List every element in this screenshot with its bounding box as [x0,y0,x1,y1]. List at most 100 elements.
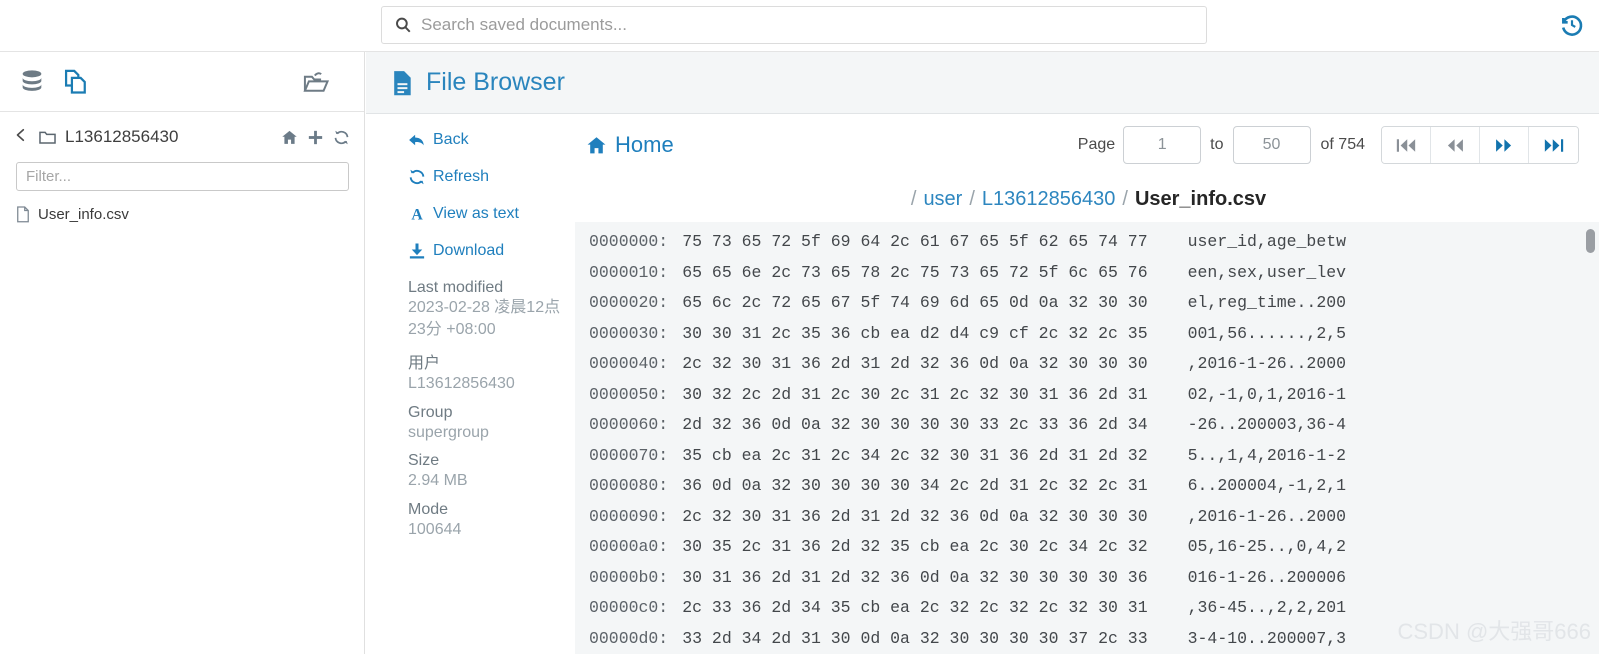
chevron-left-icon[interactable] [14,128,28,146]
hex-row: 0000040: 2c 32 30 31 36 2d 31 2d 32 36 0d… [575,349,1599,380]
download-icon [408,242,426,260]
hex-offset: 0000010: [589,262,669,282]
copy-files-icon[interactable] [62,68,90,96]
hex-ascii: ,2016-1-26..2000 [1187,354,1347,373]
meta-label-group: Group [408,403,453,421]
hex-row: 0000070: 35 cb ea 2c 31 2c 34 2c 32 30 31… [575,441,1599,472]
hex-dump-viewer[interactable]: 0000000: 75 73 65 72 5f 69 64 2c 61 67 65… [575,222,1599,654]
download-button[interactable]: Download [408,242,571,260]
pagination: Page to of 754 [1078,126,1599,164]
hex-ascii: 05,16-25..,0,4,2 [1187,537,1347,556]
hex-bytes: 36 0d 0a 32 30 30 30 30 34 2c 2d 31 2c 3… [682,476,1148,495]
view-as-text-button[interactable]: A View as text [408,205,571,224]
breadcrumb: / user / L13612856430 / User_info.csv [571,176,1599,222]
folder-icon [38,128,57,147]
hex-ascii: een,sex,user_lev [1187,262,1347,282]
hex-bytes: 30 32 2c 2d 31 2c 30 2c 31 2c 32 30 31 3… [682,384,1148,404]
breadcrumb-separator-1: / [969,187,975,210]
page-label: Page [1077,136,1116,153]
folder-open-icon[interactable] [302,68,330,96]
next-page-button[interactable] [1480,127,1529,163]
hex-offset: 0000090: [589,506,669,526]
back-button[interactable]: Back [408,131,571,149]
breadcrumb-item-folder[interactable]: L13612856430 [982,188,1115,211]
filter-input[interactable] [26,168,339,185]
hex-row: 0000050: 30 32 2c 2d 31 2c 30 2c 31 2c 32… [575,380,1599,411]
hex-offset: 0000080: [589,476,669,495]
page-total-label: of 754 [1320,136,1365,153]
top-bar [0,0,1599,52]
filter-box[interactable] [16,162,349,191]
database-icon[interactable] [18,68,46,96]
folder-actions [281,129,350,146]
page-to-input[interactable] [1232,126,1311,164]
refresh-icon [408,168,426,186]
hex-scrollbar-thumb[interactable] [1586,229,1595,253]
sidebar-file-list: User_info.csv [0,203,364,226]
search-icon [394,16,412,34]
hex-offset: 0000070: [589,445,669,465]
refresh-button[interactable]: Refresh [408,168,571,186]
hex-offset: 00000a0: [589,537,669,556]
hex-offset: 0000050: [589,384,669,404]
hex-ascii: 02,-1,0,1,2016-1 [1187,384,1347,404]
refresh-icon[interactable] [333,129,350,146]
letter-a-icon: A [408,205,426,224]
home-icon[interactable] [281,129,298,146]
current-folder-name: L13612856430 [65,127,179,146]
search-bar[interactable] [381,6,1207,44]
hex-ascii: 001,56......,2,5 [1187,323,1347,343]
back-arrow-icon [408,131,426,149]
folder-nav-row: L13612856430 [0,118,364,156]
pagination-buttons [1381,126,1579,164]
hex-ascii: 016-1-26..200006 [1187,567,1347,587]
hex-ascii: 6..200004,-1,2,1 [1187,476,1347,495]
hex-bytes: 65 65 6e 2c 73 65 78 2c 75 73 65 72 5f 6… [682,262,1148,282]
breadcrumb-item-user[interactable]: user [923,188,962,211]
meta-value-mode: 100644 [408,520,462,538]
plus-icon[interactable] [307,129,324,146]
prev-page-button[interactable] [1431,127,1480,163]
view-as-text-label: View as text [433,205,519,222]
hex-row: 0000010: 65 65 6e 2c 73 65 78 2c 75 73 65… [575,258,1599,289]
pager-row: Home Page to of 754 [571,114,1599,176]
hex-bytes: 30 31 36 2d 31 2d 32 36 0d 0a 32 30 30 3… [682,567,1148,587]
meta-label-mode: Mode [408,500,449,518]
meta-label-user: 用户 [408,355,441,373]
hex-row: 00000c0: 2c 33 36 2d 34 35 cb ea 2c 32 2c… [575,593,1599,624]
hex-bytes: 2c 32 30 31 36 2d 31 2d 32 36 0d 0a 32 3… [682,354,1148,373]
search-input[interactable] [421,15,1194,35]
sidebar-tab-strip [0,52,364,112]
meta-label-last-modified: Last modified [408,279,504,296]
page-to-label: to [1210,136,1224,153]
hex-offset: 0000060: [589,415,669,434]
list-item-label: User_info.csv [38,206,129,223]
metadata-block: Last modified 2023-02-28 凌晨12点23分 +08:00… [408,279,571,541]
hex-bytes: 65 6c 2c 72 65 67 5f 74 69 6d 65 0d 0a 3… [682,293,1148,312]
home-button[interactable]: Home [586,132,674,158]
meta-value-last-modified: 2023-02-28 凌晨12点23分 +08:00 [408,299,561,338]
main-header: File Browser [366,52,1599,114]
hex-ascii: ,2016-1-26..2000 [1187,506,1347,526]
history-restore-icon[interactable] [1559,12,1585,38]
breadcrumb-separator-0: / [910,187,917,210]
last-page-button[interactable] [1529,127,1578,163]
hex-offset: 00000b0: [589,567,669,587]
hex-offset: 0000020: [589,293,669,312]
hex-row: 0000020: 65 6c 2c 72 65 67 5f 74 69 6d 65… [575,288,1599,319]
hex-bytes: 2c 33 36 2d 34 35 cb ea 2c 32 2c 32 2c 3… [682,598,1148,617]
hex-bytes: 30 35 2c 31 36 2d 32 35 cb ea 2c 30 2c 3… [682,537,1148,556]
list-item[interactable]: User_info.csv [0,203,364,226]
page-from-input[interactable] [1123,126,1202,164]
hex-ascii: ,36-45..,2,2,201 [1187,598,1347,617]
hex-ascii: -26..200003,36-4 [1187,415,1347,434]
breadcrumb-separator-2: / [1122,187,1128,210]
hex-offset: 0000040: [589,354,669,373]
file-lines-icon [392,70,414,96]
hex-row: 0000030: 30 30 31 2c 35 36 cb ea d2 d4 c9… [575,319,1599,350]
meta-value-size: 2.94 MB [408,472,468,490]
hex-offset: 00000d0: [589,628,669,648]
hex-row: 0000080: 36 0d 0a 32 30 30 30 30 34 2c 2d… [575,471,1599,502]
hex-bytes: 35 cb ea 2c 31 2c 34 2c 32 30 31 36 2d 3… [682,445,1148,465]
first-page-button[interactable] [1382,127,1431,163]
